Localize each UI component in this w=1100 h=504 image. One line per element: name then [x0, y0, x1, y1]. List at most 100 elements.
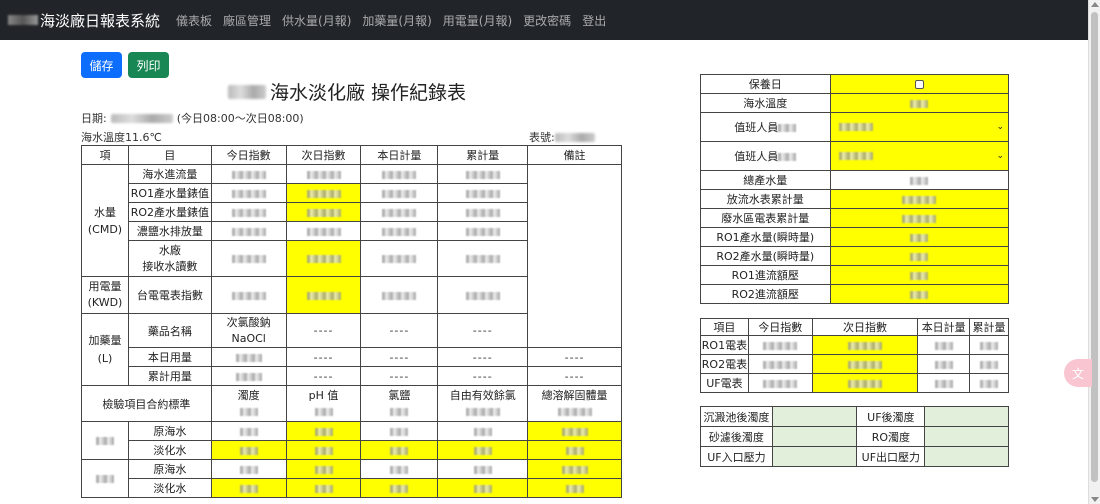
test-cell[interactable] [527, 459, 622, 479]
nav-plant-management[interactable]: 廠區管理 [223, 12, 271, 29]
today-index-cell[interactable] [210, 240, 287, 277]
sedimentation-turbidity-input[interactable] [771, 406, 858, 427]
nav-change-password[interactable]: 更改密碼 [523, 12, 571, 29]
uf-outlet-pressure-input[interactable] [924, 446, 1009, 467]
meter-today-cell[interactable] [747, 335, 813, 355]
meter-header-next-day: 次日指數 [811, 318, 919, 336]
discharge-meter-input[interactable] [829, 189, 1010, 209]
next-index-cell[interactable] [285, 276, 362, 314]
test-cell[interactable] [437, 459, 529, 479]
test-cell[interactable] [210, 459, 287, 479]
page-title: 海水淡化廠 操作紀錄表 [228, 78, 466, 105]
test-cell[interactable] [285, 421, 362, 441]
test-time-1-redacted [81, 421, 129, 460]
today-index-cell[interactable] [210, 164, 287, 184]
test-cell[interactable] [527, 478, 622, 498]
label-total-production: 總產水量 [700, 170, 831, 190]
meter-next-cell[interactable] [811, 335, 919, 355]
table-row: 值班人員 ⌄ [700, 112, 1010, 142]
ro-turbidity-input[interactable] [924, 426, 1009, 447]
meter-label-ro2: RO2電表 [700, 354, 749, 374]
test-cell[interactable] [360, 459, 439, 479]
test-cell[interactable] [285, 459, 362, 479]
today-index-cell[interactable] [210, 221, 287, 241]
ro1-feed-pressure-input[interactable] [829, 265, 1010, 285]
duty-staff-1-select[interactable]: ⌄ [829, 112, 1010, 142]
test-cell[interactable] [437, 440, 529, 460]
dash-cell: ---- [360, 366, 439, 386]
today-index-cell[interactable] [210, 276, 287, 314]
table-row: RO2產水量(瞬時量) [700, 246, 1010, 266]
daily-summary-table: 保養日 海水溫度 值班人員 ⌄ 值班人員 ⌄ 總產水量 放流水表累計量 廢水區電… [700, 74, 1010, 304]
test-cell[interactable] [210, 440, 287, 460]
test-cell[interactable] [360, 440, 439, 460]
dash-cell: ---- [360, 313, 439, 348]
next-index-cell[interactable] [285, 164, 362, 184]
ro2-feed-pressure-input[interactable] [829, 284, 1010, 304]
remarks-cell[interactable] [527, 164, 622, 348]
form-number: 表號: [529, 129, 595, 145]
nav-logout[interactable]: 登出 [582, 12, 606, 29]
test-col-free-chlorine: 自由有效餘氯 [437, 385, 529, 422]
duty-staff-2-select[interactable]: ⌄ [829, 141, 1010, 171]
meter-next-cell[interactable] [811, 354, 919, 374]
next-index-cell[interactable] [285, 202, 362, 222]
save-button[interactable]: 儲存 [81, 52, 122, 78]
test-cell[interactable] [527, 440, 622, 460]
row-label-desalinated-water: 淡化水 [127, 478, 212, 498]
dash-cell: ---- [285, 347, 362, 367]
daily-amount-cell [360, 183, 439, 203]
table-row: 總產水量 [700, 170, 1010, 190]
sand-filter-turbidity-input[interactable] [771, 426, 858, 447]
date-line: 日期: (今日08:00～次日08:00) [81, 110, 304, 126]
next-index-cell[interactable] [285, 240, 362, 277]
uf-inlet-pressure-input[interactable] [771, 446, 858, 467]
daily-amount-cell [360, 240, 439, 277]
test-cell[interactable] [527, 421, 622, 441]
scroll-up-arrow-icon[interactable] [1091, 2, 1099, 7]
test-cell[interactable] [285, 478, 362, 498]
table-row: RO1進流額壓 [700, 265, 1010, 285]
next-index-cell[interactable] [285, 221, 362, 241]
test-cell[interactable] [285, 440, 362, 460]
daily-amount-cell [360, 276, 439, 314]
row-label-daily-usage: 本日用量 [127, 347, 212, 367]
ro2-instant-input[interactable] [829, 246, 1010, 266]
meter-today-cell[interactable] [747, 354, 813, 374]
today-index-cell[interactable] [210, 183, 287, 203]
label-duty-staff-1: 值班人員 [700, 112, 831, 142]
test-cell[interactable] [210, 421, 287, 441]
label-uf-outlet-pressure: UF出口壓力 [856, 446, 926, 467]
test-cell[interactable] [210, 478, 287, 498]
nav-water-supply-monthly[interactable]: 供水量(月報) [282, 12, 351, 29]
vertical-scrollbar[interactable] [1088, 0, 1100, 504]
meter-header-daily: 本日計量 [917, 318, 971, 336]
header-remarks: 備註 [527, 145, 622, 165]
test-cell[interactable] [360, 421, 439, 441]
test-cell[interactable] [360, 478, 439, 498]
today-index-cell[interactable] [210, 202, 287, 222]
nav-dashboard[interactable]: 儀表板 [176, 12, 212, 29]
print-button[interactable]: 列印 [128, 52, 169, 78]
ro1-instant-input[interactable] [829, 227, 1010, 247]
next-index-cell[interactable] [285, 183, 362, 203]
scroll-down-arrow-icon[interactable] [1091, 497, 1099, 502]
nav-power-monthly[interactable]: 用電量(月報) [443, 12, 512, 29]
label-sand-filter-turbidity: 砂濾後濁度 [700, 426, 773, 447]
row-label-desalinated-water: 淡化水 [127, 440, 212, 460]
dash-cell: ---- [285, 366, 362, 386]
test-cell[interactable] [437, 421, 529, 441]
meter-next-cell[interactable] [811, 373, 919, 393]
label-post-uf-turbidity: UF後濁度 [856, 406, 926, 427]
maintenance-day-checkbox[interactable] [914, 80, 924, 89]
translate-icon[interactable]: 文 [1064, 359, 1092, 387]
brand[interactable]: 海淡廠日報表系統 [8, 10, 160, 31]
sea-temperature-input[interactable] [829, 93, 1010, 113]
nav-chemical-monthly[interactable]: 加藥量(月報) [362, 12, 431, 29]
meter-today-cell[interactable] [747, 373, 813, 393]
daily-usage-cell[interactable] [210, 347, 287, 367]
wastewater-power-input[interactable] [829, 208, 1010, 228]
test-cell[interactable] [437, 478, 529, 498]
post-uf-turbidity-input[interactable] [924, 406, 1009, 427]
scroll-thumb[interactable] [1091, 12, 1098, 482]
